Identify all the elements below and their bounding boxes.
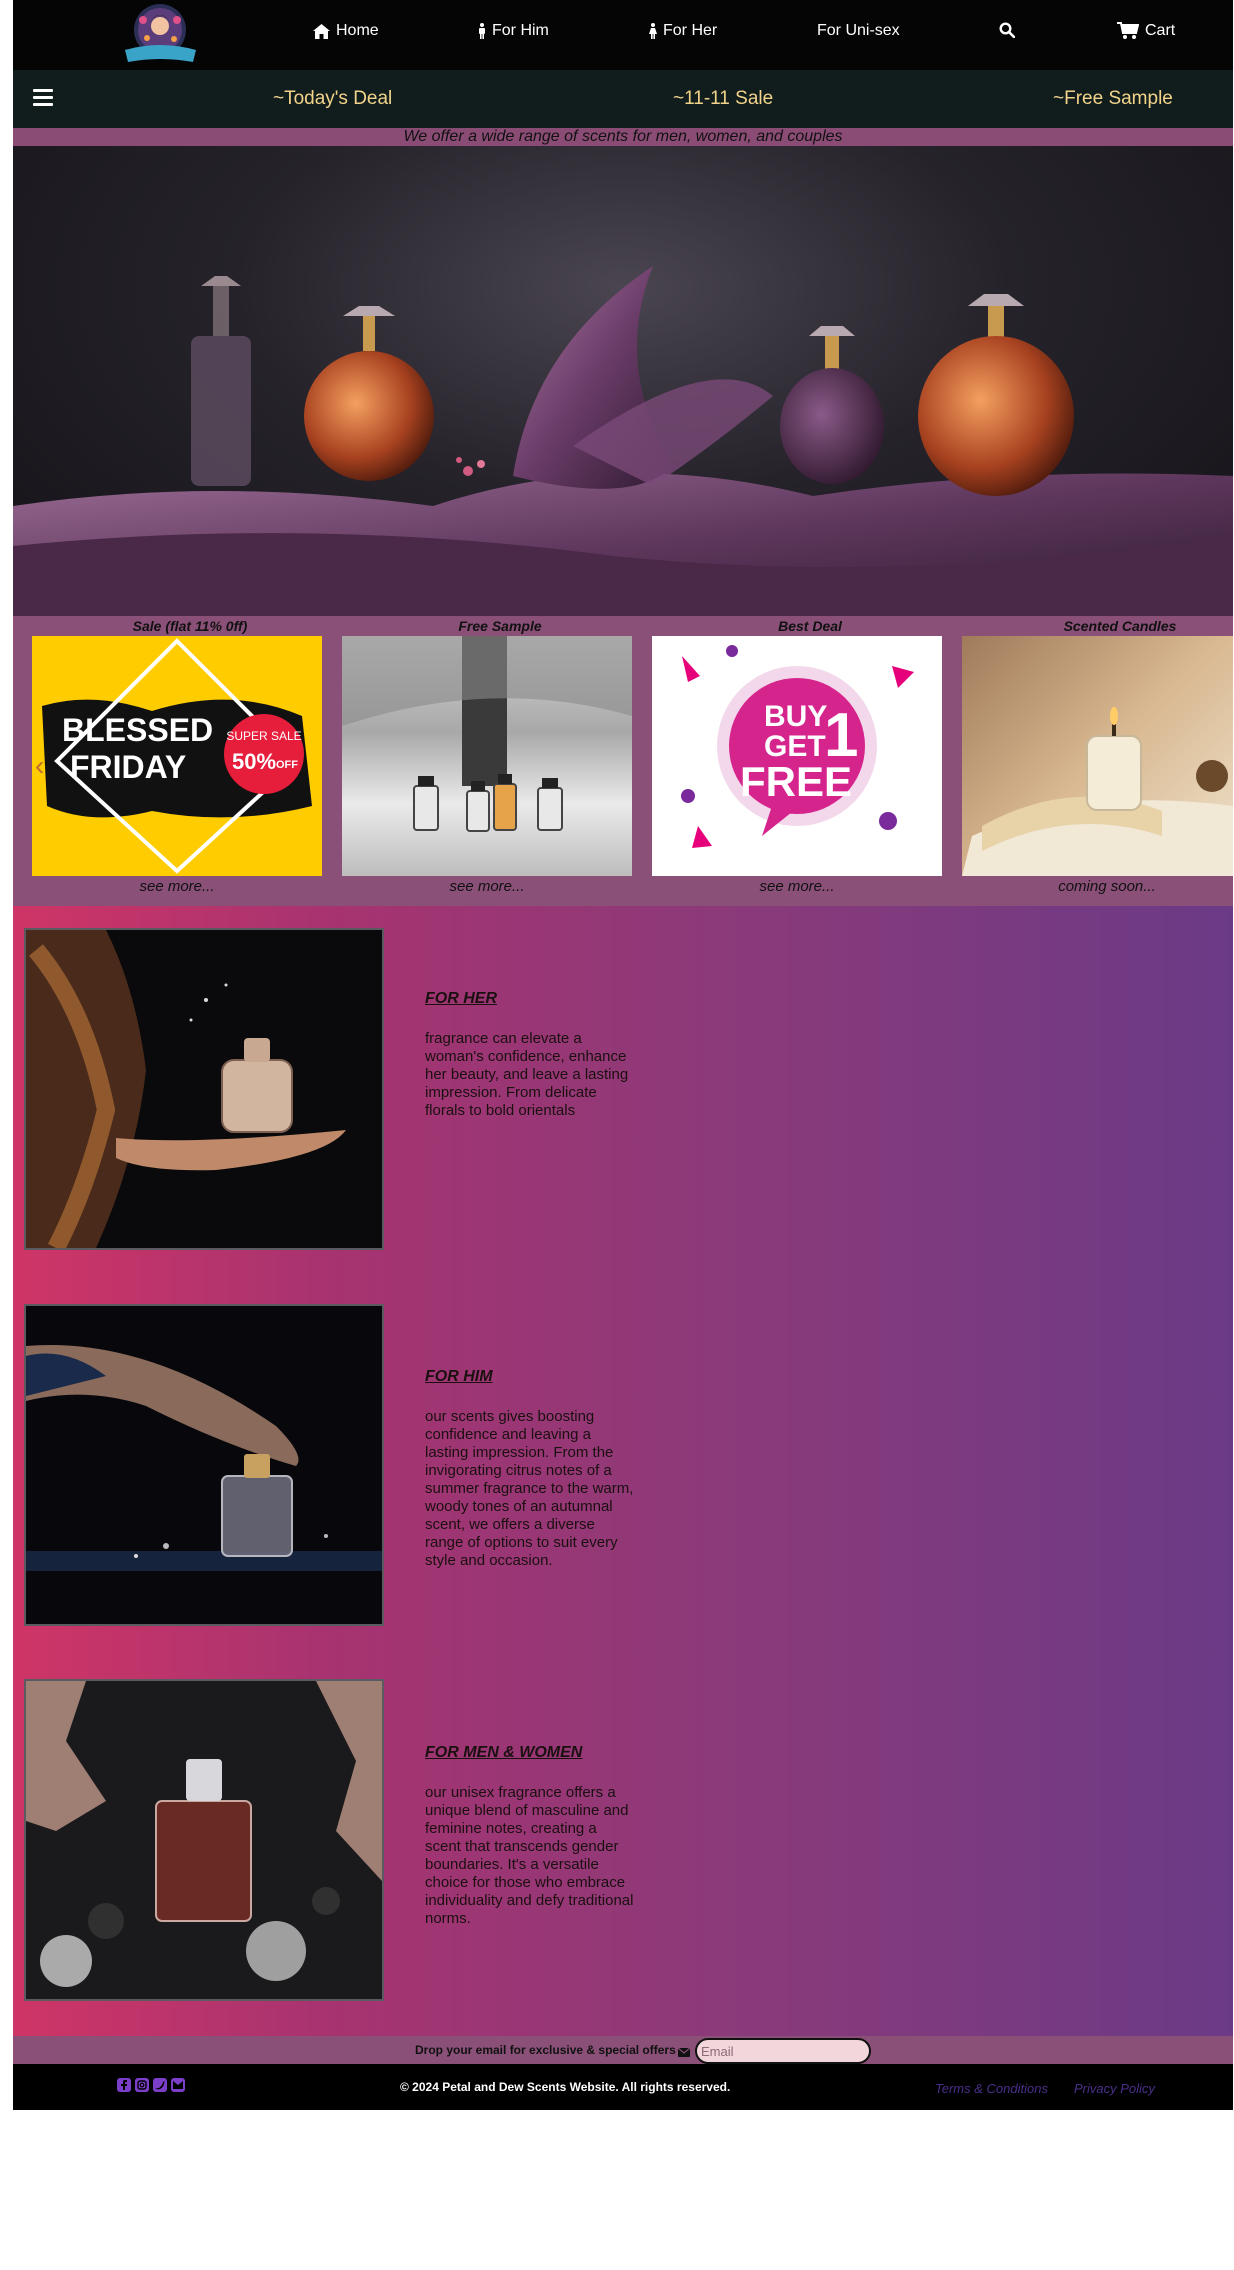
email-input[interactable] [695,2038,871,2064]
promo-bar: ~Today's Deal ~11-11 Sale ~Free Sample [13,70,1233,128]
instagram-icon[interactable] [135,2078,149,2092]
deal-title: Sale (flat 11% 0ff) [132,618,248,634]
deal-title: Best Deal [778,618,842,634]
nav-for-her-label: For Her [663,22,718,39]
nav-home[interactable]: Home [313,22,379,40]
hero-image [13,146,1233,616]
promo-free-sample[interactable]: ~Free Sample [1053,88,1173,110]
unisex-description: our unisex fragrance offers a unique ble… [425,1784,634,1927]
unisex-title[interactable]: FOR MEN & WOMEN [425,1744,635,1762]
deal-see-more-link[interactable]: see more... [342,878,632,895]
nav-home-label: Home [336,22,379,39]
brand-logo[interactable] [113,0,208,66]
cart-icon [1117,22,1139,40]
for-him-description: our scents gives boosting confidence and… [425,1408,634,1569]
for-him-text: FOR HIM our scents gives boosting confid… [425,1368,635,1570]
off-text: OFF [276,759,298,771]
categories-section: FOR HER fragrance can elevate a woman's … [13,906,1233,2036]
newsletter-label: Drop your email for exclusive & special … [415,2043,676,2057]
deals-carousel: Sale (flat 11% 0ff) Free Sample Best Dea… [13,616,1233,906]
for-her-text: FOR HER fragrance can elevate a woman's … [425,990,635,1120]
promo-todays-deal[interactable]: ~Today's Deal [273,88,392,110]
home-icon [313,23,330,39]
deal-title: Scented Candles [1063,618,1177,634]
footer: © 2024 Petal and Dew Scents Website. All… [13,2064,1233,2110]
for-her-description: fragrance can elevate a woman's confiden… [425,1030,629,1119]
nav-for-him[interactable]: For Him [478,22,549,40]
friday-text: FRIDAY [70,749,186,785]
deal-card-sale[interactable]: BLESSED FRIDAY SUPER SALE 50% OFF [32,636,322,876]
deal-card-free-sample[interactable] [342,636,632,876]
nav-for-her[interactable]: For Her [649,22,717,40]
deal-title: Free Sample [458,618,542,634]
unisex-image[interactable] [24,1679,384,2001]
search-button[interactable] [999,22,1015,38]
fifty-percent-text: 50% [232,749,276,774]
newsletter-bar: Drop your email for exclusive & special … [13,2036,1233,2064]
top-navbar: Home For Him For Her For Uni-sex Cart [13,0,1233,70]
carousel-prev-icon[interactable]: ‹ [35,750,44,782]
deal-see-more-link[interactable]: see more... [32,878,322,895]
nav-for-him-label: For Him [492,22,549,39]
nav-unisex-label: For Uni-sex [817,22,900,39]
page: Home For Him For Her For Uni-sex Cart ~T… [13,0,1233,2110]
unisex-text: FOR MEN & WOMEN our unisex fragrance off… [425,1744,635,1928]
copyright-text: © 2024 Petal and Dew Scents Website. All… [400,2080,731,2094]
for-her-title[interactable]: FOR HER [425,990,635,1008]
nav-cart-label: Cart [1145,22,1176,39]
male-icon [478,23,486,39]
buy-text: BUY [764,700,827,733]
super-sale-text: SUPER SALE [226,729,301,743]
free-text: FREE [740,758,852,805]
for-him-title[interactable]: FOR HIM [425,1368,635,1386]
nav-unisex[interactable]: For Uni-sex [817,22,900,40]
search-icon [999,22,1015,38]
promo-1111-sale[interactable]: ~11-11 Sale [673,88,773,110]
blessed-text: BLESSED [62,712,213,748]
for-him-image[interactable] [24,1304,384,1626]
female-icon [649,23,657,39]
privacy-link[interactable]: Privacy Policy [1074,2081,1155,2096]
facebook-icon[interactable] [117,2078,131,2092]
nav-cart[interactable]: Cart [1117,22,1175,40]
twitter-icon[interactable] [153,2078,167,2092]
menu-icon[interactable] [33,89,53,109]
terms-link[interactable]: Terms & Conditions [935,2081,1048,2096]
deal-card-best-deal[interactable]: BUY GET 1 FREE [652,636,942,876]
envelope-icon [677,2044,691,2062]
tagline: We offer a wide range of scents for men,… [13,128,1233,146]
deal-coming-soon-label: coming soon... [1058,878,1156,895]
deal-card-candles[interactable] [962,636,1233,876]
mail-icon[interactable] [171,2078,185,2092]
deal-see-more-link[interactable]: see more... [652,878,942,895]
for-her-image[interactable] [24,928,384,1250]
social-links [117,2078,185,2092]
